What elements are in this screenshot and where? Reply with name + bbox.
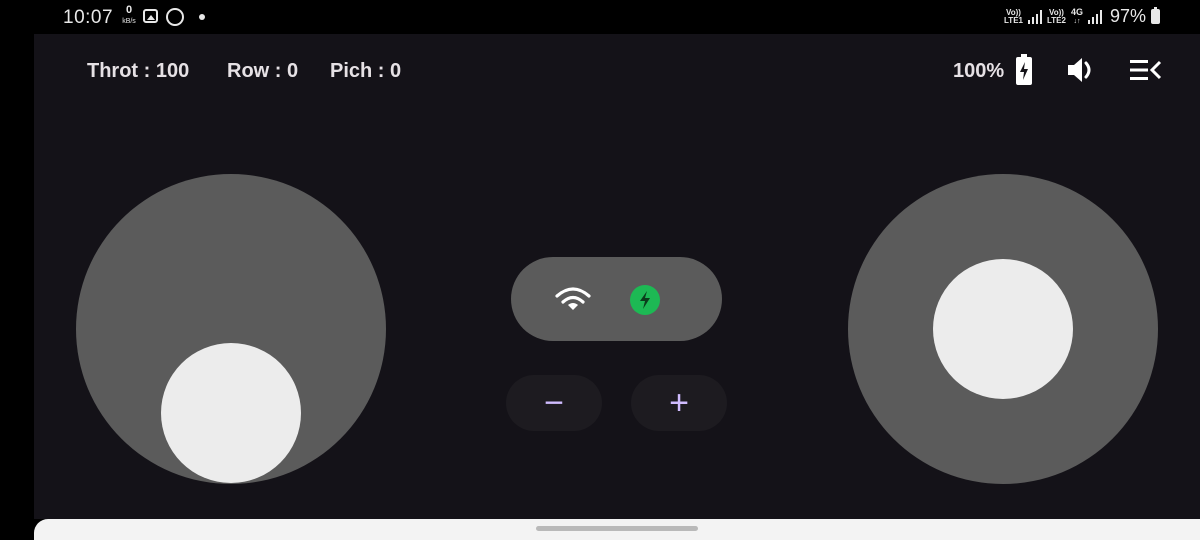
network-type-label: 4G: [1070, 6, 1083, 17]
plus-icon: +: [669, 384, 689, 422]
data-arrows-icon: ↓↑: [1073, 17, 1081, 25]
sim1-lte: LTE1: [1004, 15, 1023, 25]
roll-readout: Row : 0: [227, 60, 299, 82]
network-type: 4G ↓↑: [1070, 6, 1083, 26]
minus-icon: −: [544, 384, 564, 422]
system-battery-percent: 97%: [1109, 6, 1146, 26]
sim1-signal-icon: [1027, 9, 1042, 24]
right-joystick-knob[interactable]: [933, 259, 1073, 399]
gallery-icon: [143, 9, 158, 23]
network-speed-value: 0: [125, 4, 133, 16]
volume-icon[interactable]: [1066, 56, 1096, 84]
drone-battery-icon: [1016, 54, 1032, 85]
menu-collapse-icon[interactable]: [1128, 57, 1162, 83]
increase-button[interactable]: +: [631, 375, 727, 431]
pitch-readout: Pich : 0: [330, 60, 402, 82]
sim2-signal-icon: [1087, 9, 1102, 24]
network-speed-unit: kB/s: [122, 18, 136, 25]
sim2-label: Vo)) LTE2: [1046, 8, 1066, 25]
system-indicators: Vo)) LTE1 Vo)) LTE2 4G ↓↑ 97%: [1004, 6, 1160, 27]
drone-battery-readout: 100%: [953, 60, 1005, 82]
left-joystick-knob[interactable]: [161, 343, 301, 483]
wifi-icon: [555, 287, 591, 310]
sim2-lte: LTE2: [1046, 15, 1066, 25]
decrease-button[interactable]: −: [506, 375, 602, 431]
network-speed: 0 kB/s: [119, 4, 139, 26]
connection-status-pill: [511, 257, 722, 341]
sim1-label: Vo)) LTE1: [1004, 8, 1023, 25]
clock: 10:07: [63, 7, 114, 28]
whatsapp-icon: [166, 8, 184, 26]
gesture-handle[interactable]: [536, 526, 698, 531]
bolt-icon: [640, 291, 650, 309]
system-status-bar: 10:07 0 kB/s Vo)) LTE1 Vo)) LTE2 4G ↓↑ 9…: [0, 0, 1200, 34]
throttle-readout: Throt : 100: [87, 60, 190, 82]
system-battery-icon: [1151, 7, 1160, 24]
notification-dot-icon: [199, 14, 205, 20]
